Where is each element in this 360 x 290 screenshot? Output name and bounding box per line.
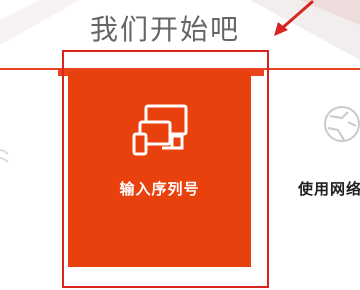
enter-serial-number-tile[interactable]: 输入序列号 [68, 70, 251, 267]
globe-icon [324, 106, 360, 142]
setup-screen: 我们开始吧 输入序列号 使用网络 [0, 0, 360, 290]
enter-serial-number-label: 输入序列号 [119, 180, 200, 198]
page-title: 我们开始吧 [89, 13, 240, 46]
devices-icon [132, 104, 188, 156]
use-network-label: 使用网络 [298, 180, 360, 198]
use-network-tile[interactable]: 使用网络 [264, 70, 360, 270]
tile-partial-left[interactable] [0, 70, 58, 270]
partial-icon [0, 149, 9, 163]
